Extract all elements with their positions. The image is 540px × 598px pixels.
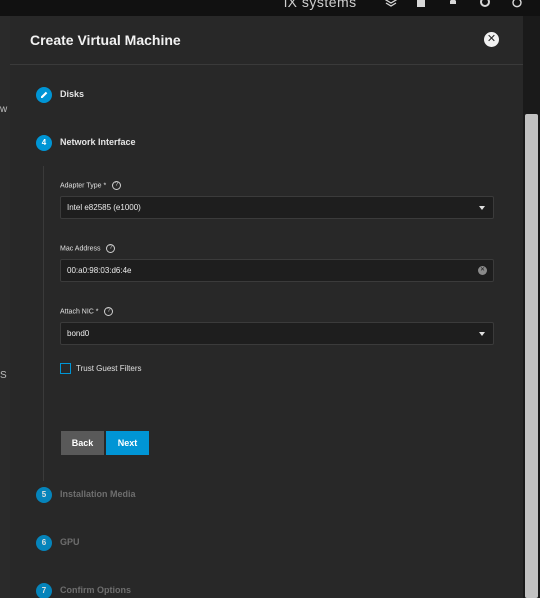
attach-nic-value: bond0 [67, 329, 90, 338]
clipboard-icon[interactable] [414, 0, 428, 10]
step-label: Confirm Options [60, 585, 131, 595]
help-icon[interactable]: ? [112, 181, 122, 190]
adapter-type-value: Intel e82585 (e1000) [67, 203, 141, 212]
background-text-fragment: w [0, 104, 8, 115]
step-number: 5 [36, 487, 52, 503]
chevron-down-icon [479, 206, 485, 210]
step-label: Installation Media [60, 489, 136, 499]
step-number: 7 [36, 583, 52, 598]
mac-address-input[interactable]: 00:a0:98:03:d6:4e ✕ [60, 259, 494, 282]
next-button[interactable]: Next [106, 431, 149, 455]
step-label: Network Interface [60, 137, 136, 147]
mac-address-value: 00:a0:98:03:d6:4e [67, 266, 132, 275]
gear-icon[interactable] [478, 0, 492, 10]
step-label: GPU [60, 537, 80, 547]
power-icon[interactable] [510, 0, 524, 10]
trust-guest-filters-checkbox[interactable] [60, 363, 71, 374]
attach-nic-label: Attach NIC * ? [60, 307, 114, 316]
close-icon[interactable]: ✕ [484, 32, 499, 47]
back-button[interactable]: Back [61, 431, 104, 455]
create-vm-dialog: Create Virtual Machine ✕ Disks 4 Network… [10, 16, 523, 598]
trust-guest-filters-label: Trust Guest Filters [76, 364, 142, 373]
app-topbar: iX systems [0, 0, 540, 16]
clear-icon[interactable]: ✕ [478, 266, 487, 275]
brand-logo: iX systems [284, 0, 357, 10]
dialog-title: Create Virtual Machine [30, 32, 181, 48]
background-text-fragment: S [0, 370, 7, 381]
step-number: 6 [36, 535, 52, 551]
help-icon[interactable]: ? [104, 307, 114, 316]
adapter-type-label: Adapter Type * ? [60, 181, 122, 190]
mac-address-label: Mac Address ? [60, 244, 116, 253]
stepper-line [43, 166, 44, 481]
chevron-down-icon [479, 332, 485, 336]
background-page: w S [0, 16, 10, 598]
pencil-icon [36, 87, 52, 103]
dialog-header: Create Virtual Machine ✕ [10, 16, 523, 65]
help-icon[interactable]: ? [106, 244, 116, 253]
attach-nic-select[interactable]: bond0 [60, 322, 494, 345]
adapter-type-select[interactable]: Intel e82585 (e1000) [60, 196, 494, 219]
bell-icon[interactable] [446, 0, 460, 10]
step-number: 4 [36, 135, 52, 151]
step-label: Disks [60, 89, 85, 99]
scrollbar-thumb[interactable] [525, 114, 538, 598]
layers-icon[interactable] [384, 0, 398, 10]
